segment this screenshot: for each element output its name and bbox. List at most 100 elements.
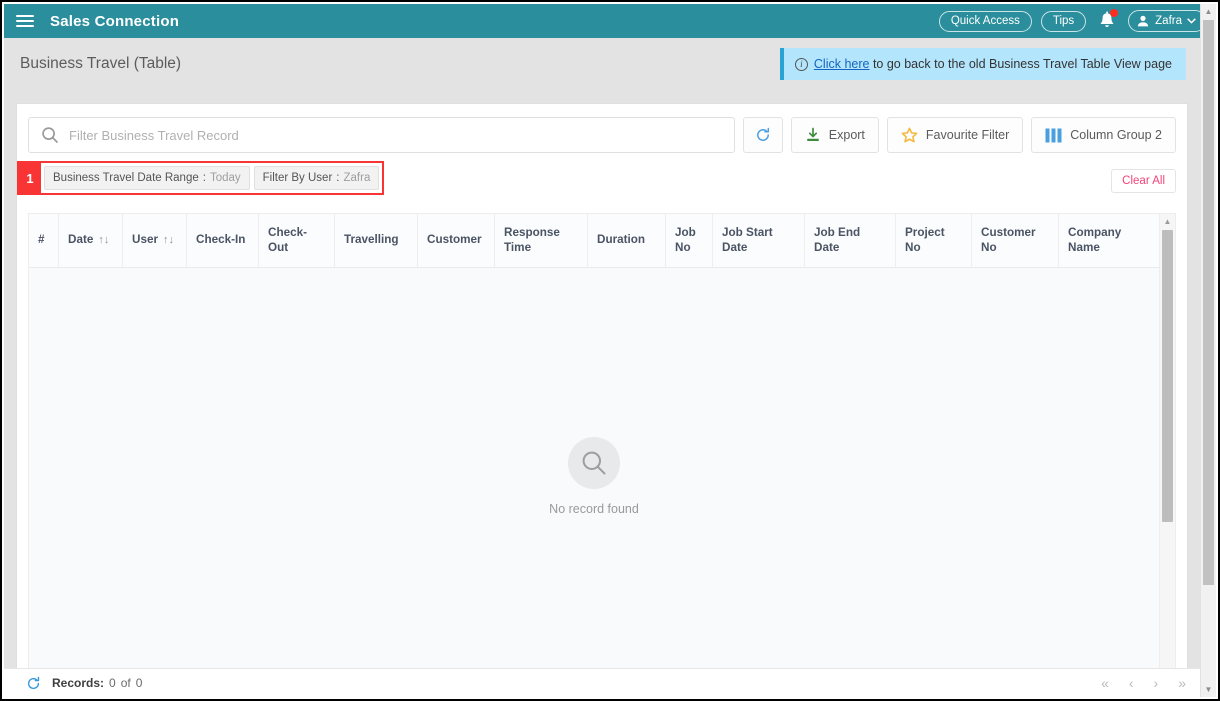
search-icon — [41, 126, 59, 144]
table-column-header[interactable]: Customer — [418, 214, 495, 267]
legacy-view-banner: i Click here to go back to the old Busin… — [779, 48, 1186, 80]
chip-separator: : — [202, 172, 206, 184]
column-label: Check-In — [196, 233, 246, 247]
page-scroll-down-icon[interactable]: ▼ — [1201, 682, 1216, 697]
refresh-icon[interactable] — [26, 676, 41, 691]
page-scrollbar-thumb[interactable] — [1203, 20, 1214, 585]
page-scrollbar[interactable]: ▲ ▼ — [1200, 4, 1216, 697]
table-column-header[interactable]: Job Start Date — [713, 214, 805, 267]
chip-value: Today — [209, 172, 241, 184]
business-travel-panel: Export Favourite Filter Column Group 2 — [16, 103, 1188, 687]
chip-label: Filter By User — [262, 172, 333, 184]
table-column-header[interactable]: Check-In — [187, 214, 259, 267]
content-area: Export Favourite Filter Column Group 2 — [4, 90, 1200, 697]
column-label: Check-Out — [268, 225, 307, 254]
filter-chip-date-range[interactable]: Business Travel Date Range : Today — [44, 166, 250, 190]
favourite-filter-button[interactable]: Favourite Filter — [886, 117, 1024, 153]
column-label: Job End Date — [814, 225, 861, 254]
hamburger-icon[interactable] — [16, 15, 34, 27]
table-column-header[interactable]: # — [29, 214, 59, 267]
chip-label: Business Travel Date Range — [53, 172, 199, 184]
table-column-header[interactable]: Company Name — [1059, 214, 1159, 267]
column-label: Customer No — [981, 225, 1036, 254]
table-column-header[interactable]: Project No — [896, 214, 972, 267]
page-title: Business Travel (Table) — [20, 55, 182, 72]
legacy-view-link[interactable]: Click here — [814, 57, 870, 71]
table-header-row: # Date ↑↓ User ↑↓ Check-In Check-Out Travelling… — [29, 214, 1175, 268]
star-icon — [901, 127, 918, 143]
table-body: No record found — [29, 268, 1159, 685]
table-column-header[interactable]: Travelling — [335, 214, 418, 267]
records-table: # Date ↑↓ User ↑↓ Check-In Check-Out Travelling… — [28, 213, 1176, 686]
table-column-header[interactable]: Job No — [666, 214, 713, 267]
user-menu[interactable]: Zafra — [1128, 10, 1206, 32]
app-brand: Sales Connection — [50, 12, 180, 30]
records-count: 0 — [109, 676, 116, 690]
top-navbar: Sales Connection Quick Access Tips Zafra — [4, 4, 1216, 38]
search-box[interactable] — [28, 117, 735, 153]
table-column-header[interactable]: Job End Date — [805, 214, 896, 267]
quick-access-button[interactable]: Quick Access — [938, 10, 1032, 32]
annotation-highlight-1: 1 Business Travel Date Range : Today Fil… — [17, 161, 385, 195]
table-column-header[interactable]: Duration — [588, 214, 666, 267]
filter-chip-user[interactable]: Filter By User : Zafra — [253, 166, 380, 190]
empty-state-icon — [568, 437, 620, 489]
filter-toolbar: Export Favourite Filter Column Group 2 — [17, 104, 1187, 163]
page-header: Business Travel (Table) i Click here to … — [4, 38, 1200, 90]
column-label: Travelling — [344, 233, 399, 247]
column-label: User — [132, 233, 158, 247]
column-label: Customer — [427, 233, 482, 247]
tips-button[interactable]: Tips — [1040, 10, 1087, 32]
table-column-header[interactable]: Customer No — [972, 214, 1059, 267]
refresh-button[interactable] — [742, 117, 783, 153]
table-column-header[interactable]: Response Time — [495, 214, 588, 267]
column-label: Project No — [905, 225, 945, 254]
chevron-down-icon — [1187, 18, 1196, 24]
active-filters-row: 1 Business Travel Date Range : Today Fil… — [17, 161, 1176, 199]
table-scrollbar[interactable]: ▲ ▼ — [1159, 214, 1175, 685]
chip-value: Zafra — [343, 172, 371, 184]
table-column-header[interactable]: Check-Out — [259, 214, 335, 267]
download-icon — [806, 127, 819, 141]
column-label: Job No — [675, 225, 696, 254]
empty-state-text: No record found — [549, 502, 639, 516]
column-label: Duration — [597, 233, 646, 247]
table-footer: Records: 0 of 0 « ‹ › » — [4, 668, 1200, 697]
column-label: # — [38, 233, 45, 247]
table-column-header[interactable]: Date ↑↓ — [59, 214, 123, 267]
banner-text: Click here to go back to the old Busines… — [814, 57, 1172, 71]
bell-icon[interactable] — [1097, 9, 1119, 32]
page-prev-button[interactable]: ‹ — [1129, 675, 1134, 691]
column-label: Company Name — [1068, 225, 1122, 254]
export-button[interactable]: Export — [790, 117, 879, 153]
page-scroll-up-icon[interactable]: ▲ — [1201, 4, 1216, 19]
sort-icon[interactable]: ↑↓ — [98, 234, 109, 248]
column-label: Date — [68, 233, 94, 247]
table-scrollbar-thumb[interactable] — [1162, 230, 1173, 522]
page-first-button[interactable]: « — [1101, 675, 1109, 691]
records-total: 0 — [135, 676, 143, 690]
records-of: of — [120, 676, 131, 690]
refresh-icon — [756, 127, 769, 141]
info-icon: i — [794, 57, 808, 71]
columns-icon — [1045, 128, 1062, 142]
column-label: Response Time — [504, 225, 560, 254]
chip-separator: : — [336, 172, 340, 184]
search-input[interactable] — [59, 118, 734, 152]
sort-icon[interactable]: ↑↓ — [163, 234, 174, 248]
column-group-button[interactable]: Column Group 2 — [1031, 117, 1176, 153]
page-last-button[interactable]: » — [1178, 675, 1186, 691]
user-name: Zafra — [1155, 15, 1182, 27]
app-window: Sales Connection Quick Access Tips Zafra — [0, 0, 1220, 701]
scroll-up-icon[interactable]: ▲ — [1160, 214, 1175, 228]
user-icon — [1138, 15, 1149, 27]
page-next-button[interactable]: › — [1154, 675, 1159, 691]
filter-chips: Business Travel Date Range : Today Filte… — [41, 163, 383, 193]
favourite-filter-label: Favourite Filter — [925, 128, 1010, 142]
records-label: Records: — [52, 676, 105, 690]
pagination-controls: « ‹ › » — [1101, 675, 1186, 691]
navbar-actions: Quick Access Tips Zafra — [938, 9, 1206, 32]
column-group-label: Column Group 2 — [1070, 128, 1162, 142]
clear-all-button[interactable]: Clear All — [1111, 169, 1176, 193]
table-column-header[interactable]: User ↑↓ — [123, 214, 187, 267]
